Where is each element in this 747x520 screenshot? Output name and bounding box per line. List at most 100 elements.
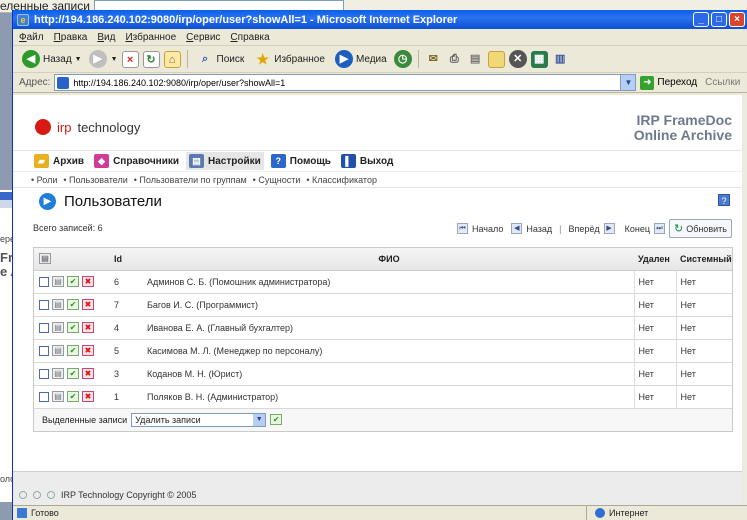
nav-settings[interactable]: ▤ Настройки <box>186 152 264 170</box>
row-checkbox[interactable] <box>39 276 49 287</box>
nav-exit[interactable]: ▌ Выход <box>338 152 396 170</box>
cell-fio[interactable]: Касимова М. Л. (Менеджер по персоналу) <box>144 339 634 363</box>
edit-icon[interactable]: ▤ <box>467 51 484 68</box>
page-help-icon[interactable]: ? <box>718 194 730 206</box>
users-table: ▤ Id ФИО Удален Системный ▤ ✔ ✖ 6 Админов С.… <box>33 247 733 432</box>
menu-help[interactable]: Справка <box>230 32 269 43</box>
table-row[interactable]: ▤ ✔ ✖ 3 Коданов М. Н. (Юрист) Нет Нет <box>34 362 732 386</box>
apply-check-icon[interactable]: ✔ <box>270 414 283 425</box>
first-page-link[interactable]: Начало <box>472 224 503 234</box>
back-button[interactable]: ◀ Назад ▼ <box>19 50 85 68</box>
delete-icon[interactable]: ✖ <box>82 345 94 356</box>
edit-check-icon[interactable]: ✔ <box>67 322 79 333</box>
row-checkbox[interactable] <box>39 322 49 333</box>
table-row[interactable]: ▤ ✔ ✖ 1 Поляков В. Н. (Администратор) Нет Нет <box>34 385 732 409</box>
cell-fio[interactable]: Багов И. С. (Программист) <box>144 293 634 317</box>
row-checkbox[interactable] <box>39 345 49 356</box>
first-page-icon[interactable]: ⏮ <box>456 223 468 234</box>
col-id[interactable]: Id <box>114 248 144 271</box>
nav-settings-label: Настройки <box>208 155 261 167</box>
forward-arrow-icon[interactable]: ▶ <box>88 50 107 68</box>
view-icon[interactable]: ▤ <box>52 276 64 287</box>
dropdown-arrow-icon[interactable]: ▼ <box>111 56 118 63</box>
col-fio[interactable]: ФИО <box>144 248 634 271</box>
media-button[interactable]: ▶ Медиа <box>332 50 390 68</box>
menu-view[interactable]: Вид <box>97 32 115 43</box>
maximize-button[interactable]: □ <box>711 12 727 27</box>
col-deleted[interactable]: Удален <box>634 248 676 271</box>
row-checkbox[interactable] <box>39 391 49 402</box>
table-row[interactable]: ▤ ✔ ✖ 5 Касимова М. Л. (Менеджер по персонал… <box>34 339 732 363</box>
edit-check-icon[interactable]: ✔ <box>67 276 79 287</box>
archive-icon: ▰ <box>34 154 49 168</box>
subnav-classifier[interactable]: • Классификатор <box>306 175 377 185</box>
cell-fio[interactable]: Поляков В. Н. (Администратор) <box>144 385 634 409</box>
menu-tools[interactable]: Сервис <box>186 32 220 43</box>
view-icon[interactable]: ▤ <box>52 391 64 402</box>
row-checkbox[interactable] <box>39 368 49 379</box>
prev-page-link[interactable]: Назад <box>526 224 552 234</box>
bulk-action-select[interactable]: Удалить записи ▼ <box>131 412 267 427</box>
nav-directories[interactable]: ◆ Справочники <box>91 152 182 170</box>
links-button[interactable]: Ссылки <box>705 77 740 88</box>
subnav-users[interactable]: • Пользователи <box>63 175 127 185</box>
address-input[interactable]: http://194.186.240.102:9080/irp/oper/use… <box>54 74 637 91</box>
delete-icon[interactable]: ✖ <box>82 322 94 333</box>
cell-fio[interactable]: Админов С. Б. (Помошник администратора) <box>144 270 634 294</box>
nav-archive[interactable]: ▰ Архив <box>31 152 87 170</box>
menu-edit[interactable]: Правка <box>54 32 88 43</box>
next-page-icon[interactable]: ▶ <box>603 223 615 234</box>
mail-icon[interactable]: ✉ <box>425 51 442 68</box>
last-page-icon[interactable]: ⏭ <box>654 223 666 234</box>
delete-icon[interactable]: ✖ <box>82 299 94 310</box>
view-icon[interactable]: ▤ <box>52 368 64 379</box>
cell-fio[interactable]: Иванова Е. А. (Главный бухгалтер) <box>144 316 634 340</box>
close-button[interactable]: × <box>729 12 745 27</box>
minimize-button[interactable]: _ <box>693 12 709 27</box>
home-icon[interactable]: ⌂ <box>163 50 181 68</box>
view-icon[interactable]: ▤ <box>52 299 64 310</box>
last-page-link[interactable]: Конец <box>625 224 650 234</box>
delete-icon[interactable]: ✖ <box>82 276 94 287</box>
cell-system: Нет <box>675 385 732 409</box>
vertical-scrollbar[interactable] <box>743 95 747 505</box>
edit-check-icon[interactable]: ✔ <box>67 368 79 379</box>
edit-check-icon[interactable]: ✔ <box>67 345 79 356</box>
messenger-icon[interactable]: ✕ <box>508 50 527 68</box>
stop-icon[interactable]: × <box>121 50 139 68</box>
menu-favorites[interactable]: Избранное <box>125 32 176 43</box>
delete-icon[interactable]: ✖ <box>82 368 94 379</box>
history-icon[interactable]: ◷ <box>393 50 412 68</box>
row-checkbox[interactable] <box>39 299 49 310</box>
prev-page-icon[interactable]: ◀ <box>511 223 523 234</box>
search-button[interactable]: ⌕ Поиск <box>194 51 248 68</box>
subnav-entities[interactable]: • Сущности <box>253 175 301 185</box>
delete-icon[interactable]: ✖ <box>82 391 94 402</box>
edit-check-icon[interactable]: ✔ <box>67 299 79 310</box>
view-icon[interactable]: ▤ <box>52 345 64 356</box>
research-icon[interactable]: ▦ <box>530 50 548 68</box>
logo-irp: irp <box>57 119 72 135</box>
edit-check-icon[interactable]: ✔ <box>67 391 79 402</box>
menu-file[interactable]: Файл <box>19 32 44 43</box>
view-icon[interactable]: ▤ <box>52 322 64 333</box>
folder-icon[interactable] <box>487 50 505 68</box>
refresh-button[interactable]: ↻ Обновить <box>669 219 732 238</box>
table-row[interactable]: ▤ ✔ ✖ 4 Иванова Е. А. (Главный бухгалтер) Нет… <box>34 316 732 340</box>
next-page-link[interactable]: Вперёд <box>568 224 599 234</box>
nav-help[interactable]: ? Помощь <box>268 152 334 170</box>
table-row[interactable]: ▤ ✔ ✖ 6 Админов С. Б. (Помошник администрато… <box>34 270 732 294</box>
subnav-users-by-groups[interactable]: • Пользователи по группам <box>134 175 247 185</box>
address-dropdown-icon[interactable]: ▼ <box>620 75 636 90</box>
print-icon[interactable]: ⎙ <box>446 51 463 68</box>
page-viewport: irp technology IRP FrameDoc Online Archi… <box>13 95 742 505</box>
go-button[interactable]: ➜ Переход <box>640 75 697 90</box>
refresh-icon[interactable]: ↻ <box>142 50 160 68</box>
subnav-roles[interactable]: • Роли <box>31 175 57 185</box>
select-all-icon[interactable]: ▤ <box>39 253 51 265</box>
table-row[interactable]: ▤ ✔ ✖ 7 Багов И. С. (Программист) Нет Нет <box>34 293 732 317</box>
favorites-button[interactable]: ★ Избранное <box>251 51 328 68</box>
col-system[interactable]: Системный <box>676 248 732 271</box>
cell-fio[interactable]: Коданов М. Н. (Юрист) <box>144 362 634 386</box>
tools-icon[interactable]: ▥ <box>552 51 569 68</box>
